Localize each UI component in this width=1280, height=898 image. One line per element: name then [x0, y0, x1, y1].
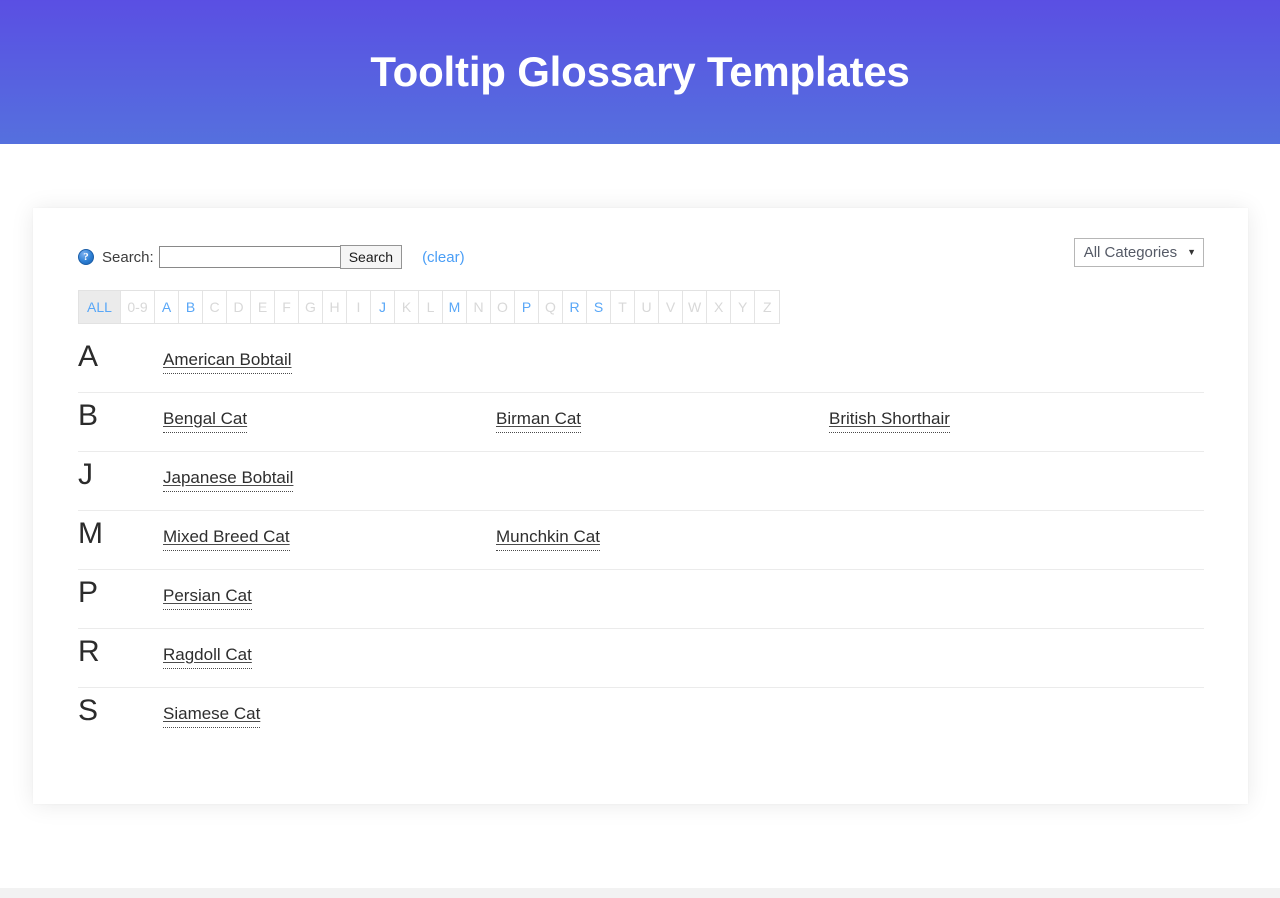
- glossary-term-link[interactable]: Birman Cat: [496, 407, 582, 433]
- glossary-group: R Ragdoll Cat: [78, 629, 1204, 688]
- alpha-filter-o: O: [491, 291, 515, 323]
- term-cell: Persian Cat: [163, 584, 496, 610]
- term-cell: Siamese Cat: [163, 702, 496, 728]
- group-letter-heading: J: [78, 458, 93, 491]
- category-filter-dropdown[interactable]: All Categories ▼: [1073, 238, 1204, 267]
- alpha-filter-a[interactable]: A: [155, 291, 179, 323]
- glossary-term-link[interactable]: British Shorthair: [829, 407, 950, 433]
- term-cell: Birman Cat: [496, 407, 829, 433]
- glossary-term-link[interactable]: Siamese Cat: [163, 702, 261, 728]
- alpha-filter-i: I: [347, 291, 371, 323]
- glossary-group: A American Bobtail: [78, 334, 1204, 393]
- bottom-strip: [0, 888, 1280, 898]
- alpha-filter-n: N: [467, 291, 491, 323]
- glossary-term-link[interactable]: Munchkin Cat: [496, 525, 600, 551]
- alphabet-filter-bar[interactable]: ALL 0-9 A B C D E F G H I J K L M N O P Q R S T U V W X Y Z: [78, 290, 781, 324]
- alpha-filter-g: G: [299, 291, 323, 323]
- search-toolbar: ? Search: Search (clear) All Categories …: [78, 238, 1204, 274]
- glossary-term-link[interactable]: Persian Cat: [163, 584, 252, 610]
- search-label: Search:: [102, 248, 154, 266]
- term-cell: Ragdoll Cat: [163, 643, 496, 669]
- site-header: Tooltip Glossary Templates: [0, 0, 1280, 144]
- group-terms: Persian Cat: [163, 575, 1204, 610]
- group-terms: Siamese Cat: [163, 693, 1204, 728]
- alpha-filter-t: T: [611, 291, 635, 323]
- group-letter-heading: P: [78, 576, 99, 609]
- alpha-filter-e: E: [251, 291, 275, 323]
- search-input[interactable]: [158, 246, 341, 268]
- glossary-term-link[interactable]: Japanese Bobtail: [163, 466, 294, 492]
- alpha-filter-x: X: [707, 291, 732, 323]
- alpha-filter-c: C: [203, 291, 227, 323]
- alpha-filter-b[interactable]: B: [179, 291, 203, 323]
- glossary-group: S Siamese Cat: [78, 688, 1204, 747]
- alpha-filter-h: H: [323, 291, 347, 323]
- alpha-filter-d: D: [227, 291, 251, 323]
- alpha-filter-m[interactable]: M: [443, 291, 467, 323]
- term-cell: British Shorthair: [829, 407, 1162, 433]
- search-button[interactable]: Search: [339, 245, 403, 269]
- glossary-group: P Persian Cat: [78, 570, 1204, 629]
- term-cell: Japanese Bobtail: [163, 466, 496, 492]
- term-cell: Bengal Cat: [163, 407, 496, 433]
- alpha-filter-j[interactable]: J: [371, 291, 395, 323]
- alpha-filter-f: F: [275, 291, 299, 323]
- page-body: ? Search: Search (clear) All Categories …: [0, 144, 1280, 898]
- alpha-filter-y: Y: [731, 291, 756, 323]
- alpha-filter-z: Z: [762, 299, 772, 315]
- alpha-filter-0-9: 0-9: [121, 291, 155, 323]
- term-cell: Munchkin Cat: [496, 525, 829, 551]
- group-terms: Mixed Breed Cat Munchkin Cat: [163, 516, 1204, 551]
- glossary-term-link[interactable]: Mixed Breed Cat: [163, 525, 290, 551]
- alpha-filter-u: U: [635, 291, 659, 323]
- glossary-card: ? Search: Search (clear) All Categories …: [33, 208, 1248, 804]
- glossary-term-link[interactable]: Bengal Cat: [163, 407, 248, 433]
- group-letter-heading: A: [78, 340, 99, 373]
- group-terms: Ragdoll Cat: [163, 634, 1204, 669]
- card-inner: ? Search: Search (clear) All Categories …: [33, 208, 1248, 747]
- term-cell: Mixed Breed Cat: [163, 525, 496, 551]
- alpha-filter-p[interactable]: P: [515, 291, 539, 323]
- group-letter-heading: M: [78, 517, 103, 550]
- help-icon[interactable]: ?: [78, 249, 94, 265]
- alpha-filter-v: V: [659, 291, 683, 323]
- glossary-list: A American Bobtail B Bengal Cat Birman Cat Br…: [78, 334, 1204, 747]
- page-title: Tooltip Glossary Templates: [370, 48, 910, 95]
- group-letter-heading: B: [78, 399, 99, 432]
- category-selected-label: All Categories: [1083, 244, 1178, 261]
- group-letter-heading: R: [78, 635, 100, 668]
- alpha-filter-all[interactable]: ALL: [79, 291, 121, 323]
- group-terms: Japanese Bobtail: [163, 457, 1204, 492]
- clear-link[interactable]: (clear): [422, 249, 465, 266]
- glossary-term-link[interactable]: Ragdoll Cat: [163, 643, 252, 669]
- glossary-group: J Japanese Bobtail: [78, 452, 1204, 511]
- group-terms: American Bobtail: [163, 339, 1204, 374]
- glossary-group: M Mixed Breed Cat Munchkin Cat: [78, 511, 1204, 570]
- group-terms: Bengal Cat Birman Cat British Shorthair: [163, 398, 1204, 433]
- glossary-group: B Bengal Cat Birman Cat British Shorthair: [78, 393, 1204, 452]
- alpha-filter-k: K: [395, 291, 419, 323]
- chevron-down-icon: ▼: [1187, 247, 1196, 257]
- alpha-filter-l: L: [419, 291, 443, 323]
- group-letter-heading: S: [78, 694, 99, 727]
- alpha-filter-w: W: [683, 291, 708, 323]
- alpha-filter-q: Q: [539, 291, 563, 323]
- term-cell: American Bobtail: [163, 348, 496, 374]
- glossary-term-link[interactable]: American Bobtail: [163, 348, 292, 374]
- alpha-filter-r[interactable]: R: [563, 291, 587, 323]
- alpha-filter-s[interactable]: S: [587, 291, 611, 323]
